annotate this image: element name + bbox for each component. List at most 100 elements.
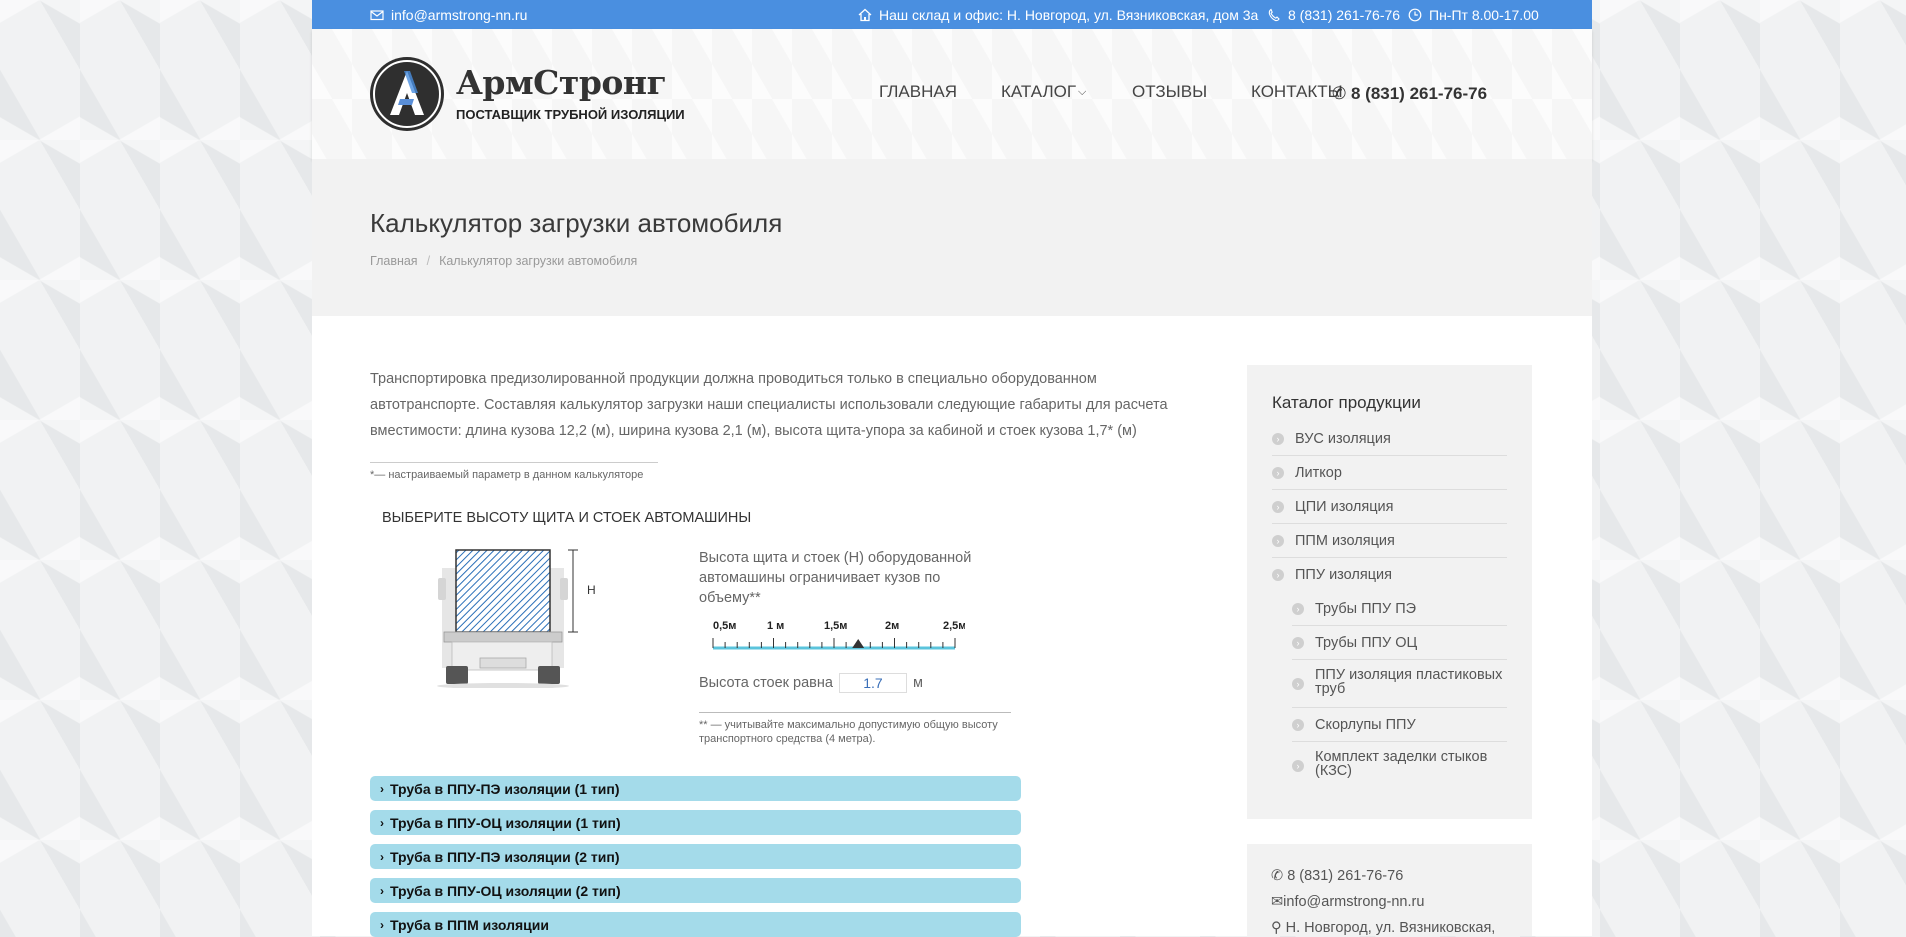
breadcrumb-separator: /: [426, 254, 431, 268]
chevron-right-icon: ›: [1272, 534, 1284, 547]
height-description: Высота щита и стоек (H) оборудованной ав…: [699, 550, 972, 606]
sidebar-subitem-shells[interactable]: › Скорлупы ППУ: [1292, 708, 1507, 742]
sidebar-subitem-ppu-oc[interactable]: › Трубы ППУ ОЦ: [1292, 626, 1507, 660]
envelope-icon: [370, 9, 384, 20]
breadcrumb: Главная / Калькулятор загрузки автомобиля: [370, 254, 637, 268]
truck-illustration: [432, 548, 592, 689]
sidebar-subitem-ppu-plastic[interactable]: › ППУ изоляция пластиковых труб: [1292, 660, 1507, 708]
calc-note-divider: [699, 712, 1011, 713]
sidebar-item-label: ППУ изоляция пластиковых труб: [1315, 667, 1503, 697]
chevron-right-icon: ›: [1292, 677, 1304, 690]
sidebar-item-label: ППМ изоляция: [1295, 533, 1395, 549]
scale-label: 2,5м: [943, 620, 965, 632]
envelope-icon: ✉: [1271, 894, 1284, 910]
scale-labels: 0,5м 1 м 1,5м 2м 2,5м: [713, 620, 966, 632]
sidebar-item-label: Скорлупы ППУ: [1315, 717, 1416, 733]
topbar-phone-text: 8 (831) 261-76-76: [1288, 6, 1401, 23]
sidebar-item-label: Комплект заделки стыков (КЗС): [1315, 749, 1488, 779]
calculator-title: ВЫБЕРИТЕ ВЫСОТУ ЩИТА И СТОЕК АВТОМАШИНЫ: [382, 510, 752, 526]
slider-handle[interactable]: [852, 639, 865, 648]
logo[interactable]: АрмСтронг ПОСТАВЩИК ТРУБНОЙ ИЗОЛЯЦИИ: [370, 57, 685, 133]
contact-phone[interactable]: ✆ 8 (831) 261-76-76: [1271, 868, 1403, 884]
nav-catalog-label: КАТАЛОГ: [1001, 82, 1077, 101]
catalog-sidebar: Каталог продукции › ВУС изоляция › Литкор …: [1247, 365, 1532, 819]
nav-reviews[interactable]: ОТЗЫВЫ: [1132, 77, 1207, 107]
sidebar-item-label: ЦПИ изоляция: [1295, 499, 1394, 515]
phone-icon: ✆: [1271, 868, 1288, 884]
height-scale-slider[interactable]: 0,5м 1 м 1,5м 2м 2,5м: [705, 618, 966, 656]
chevron-right-icon: ›: [1292, 602, 1304, 615]
accordion-label: Труба в ППУ-ОЦ изоляции (2 тип): [390, 882, 621, 899]
sidebar-item-ppu[interactable]: › ППУ изоляция: [1272, 558, 1507, 592]
chevron-right-icon: ›: [380, 917, 384, 932]
contact-email[interactable]: ✉info@armstrong-nn.ru: [1271, 894, 1424, 910]
scale-ticks: [712, 638, 956, 648]
top-bar: info@armstrong-nn.ru Наш склад и офис: Н…: [312, 0, 1592, 29]
height-label: Высота стоек равна: [699, 675, 833, 691]
sidebar-subitem-kzs[interactable]: › Комплект заделки стыков (КЗС): [1292, 742, 1507, 790]
clock-icon: [1408, 8, 1422, 21]
map-marker-icon: ⚲: [1271, 920, 1286, 936]
intro-text: Транспортировка предизолированной продук…: [370, 371, 1168, 439]
site-header: АрмСтронг ПОСТАВЩИК ТРУБНОЙ ИЗОЛЯЦИИ ГЛА…: [312, 29, 1592, 159]
logo-name: АрмСтронг: [456, 63, 667, 102]
accordion-item[interactable]: › Труба в ППУ-ОЦ изоляции (1 тип): [370, 810, 1021, 835]
sidebar-item-cpi[interactable]: › ЦПИ изоляция: [1272, 490, 1507, 524]
h-dimension-label: H: [587, 583, 596, 597]
max-height-note: ** — учитывайте максимально допустимую о…: [699, 719, 998, 745]
chevron-right-icon: ›: [380, 781, 384, 796]
contact-address: ⚲ Н. Новгород, ул. Вязниковская,: [1271, 920, 1495, 936]
chevron-right-icon: ›: [1272, 432, 1284, 445]
sidebar-item-vus[interactable]: › ВУС изоляция: [1272, 422, 1507, 456]
chevron-right-icon: ›: [380, 883, 384, 898]
header-phone[interactable]: ✆ 8 (831) 261-76-76: [1332, 84, 1487, 104]
topbar-email-text: info@armstrong-nn.ru: [391, 6, 528, 23]
contact-phone-text: 8 (831) 261-76-76: [1287, 868, 1404, 884]
page-container: info@armstrong-nn.ru Наш склад и офис: Н…: [312, 0, 1592, 937]
accordion-item[interactable]: › Труба в ППУ-ПЭ изоляции (2 тип): [370, 844, 1021, 869]
header-phone-text: 8 (831) 261-76-76: [1350, 84, 1488, 103]
logo-tagline: ПОСТАВЩИК ТРУБНОЙ ИЗОЛЯЦИИ: [456, 107, 685, 122]
topbar-phone[interactable]: 8 (831) 261-76-76: [1267, 0, 1400, 29]
sidebar-item-label: Трубы ППУ ПЭ: [1315, 601, 1417, 617]
height-row: Высота стоек равна м: [699, 673, 923, 693]
nav-home-label: ГЛАВНАЯ: [879, 82, 957, 101]
phone-icon: [1268, 8, 1280, 21]
chevron-down-icon: ›: [1272, 569, 1284, 581]
title-band: Калькулятор загрузки автомобиля Главная /…: [312, 159, 1592, 316]
accordion-item[interactable]: › Труба в ППУ-ОЦ изоляции (2 тип): [370, 878, 1021, 903]
topbar-address: Наш склад и офис: Н. Новгород, ул. Вязни…: [858, 0, 1258, 29]
sidebar-item-label: ВУС изоляция: [1295, 431, 1391, 447]
scale-label: 1,5м: [824, 620, 847, 632]
accordion-item[interactable]: › Труба в ППУ-ПЭ изоляции (1 тип): [370, 776, 1021, 801]
nav-catalog[interactable]: КАТАЛОГ ⌵: [1001, 77, 1086, 107]
note-divider: [370, 462, 658, 463]
breadcrumb-home[interactable]: Главная: [370, 254, 418, 268]
accordion-item[interactable]: › Труба в ППМ изоляции: [370, 912, 1021, 937]
chevron-right-icon: ›: [1272, 500, 1284, 513]
nav-home[interactable]: ГЛАВНАЯ: [879, 77, 957, 107]
sidebar-title: Каталог продукции: [1272, 393, 1421, 412]
height-unit: м: [912, 675, 923, 691]
sidebar-list: › ВУС изоляция › Литкор › ЦПИ изоляция › ППМ…: [1272, 422, 1507, 790]
sidebar-item-label: Трубы ППУ ОЦ: [1315, 635, 1418, 651]
nav-reviews-label: ОТЗЫВЫ: [1132, 82, 1208, 101]
sidebar-item-ppm[interactable]: › ППМ изоляция: [1272, 524, 1507, 558]
height-input[interactable]: [838, 673, 907, 693]
topbar-address-text: Наш склад и офис: Н. Новгород, ул. Вязни…: [879, 6, 1259, 23]
nav-contacts-label: КОНТАКТЫ: [1251, 82, 1343, 101]
sidebar-subitem-ppu-pe[interactable]: › Трубы ППУ ПЭ: [1292, 592, 1507, 626]
contacts-box: ✆ 8 (831) 261-76-76 ✉info@armstrong-nn.r…: [1247, 844, 1532, 936]
accordion-label: Труба в ППМ изоляции: [390, 916, 549, 933]
sidebar-item-litkor[interactable]: › Литкор: [1272, 456, 1507, 490]
chevron-down-icon: ⌵: [1078, 85, 1087, 98]
topbar-hours-text: Пн-Пт 8.00-17.00: [1429, 6, 1539, 23]
page-title: Калькулятор загрузки автомобиля: [370, 208, 783, 238]
accordion-label: Труба в ППУ-ПЭ изоляции (1 тип): [390, 780, 620, 797]
phone-icon: ✆: [1332, 84, 1347, 103]
topbar-email[interactable]: info@armstrong-nn.ru: [370, 0, 527, 29]
nav-contacts[interactable]: КОНТАКТЫ: [1251, 77, 1343, 107]
scale-label: 2м: [885, 620, 899, 632]
topbar-hours: Пн-Пт 8.00-17.00: [1408, 0, 1539, 29]
scale-label: 0,5м: [713, 620, 736, 632]
